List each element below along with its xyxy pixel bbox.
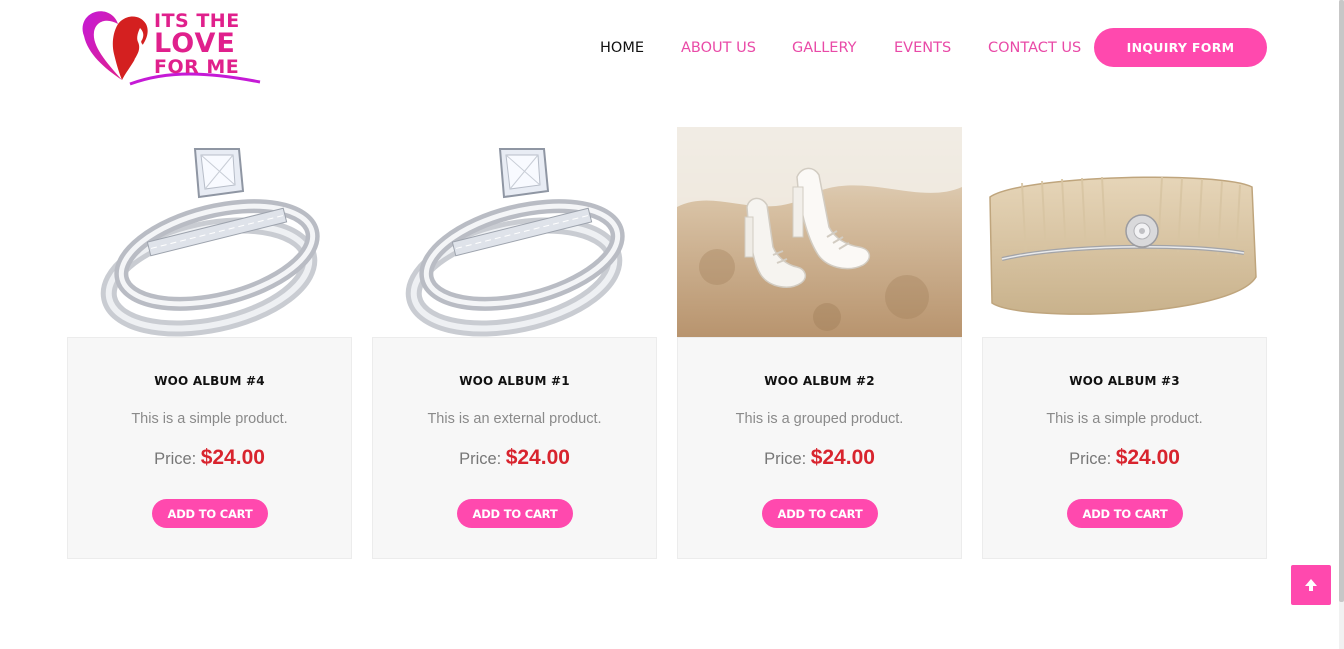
add-to-cart-button[interactable]: ADD TO CART bbox=[1067, 499, 1183, 528]
price-label: Price: bbox=[1069, 450, 1112, 468]
price-value: $24.00 bbox=[1115, 446, 1180, 469]
price-value: $24.00 bbox=[200, 446, 265, 469]
product-price: Price: $24.00 bbox=[983, 446, 1266, 470]
ring-image bbox=[372, 127, 657, 337]
logo-text-line3: FOR ME bbox=[154, 56, 240, 78]
price-value: $24.00 bbox=[810, 446, 875, 469]
price-label: Price: bbox=[154, 450, 197, 468]
product-description: This is a simple product. bbox=[1046, 411, 1203, 427]
product-info: WOO ALBUM #3 This is a simple product. P… bbox=[982, 337, 1267, 559]
product-info: WOO ALBUM #1 This is an external product… bbox=[372, 337, 657, 559]
scrollbar-thumb[interactable] bbox=[1339, 0, 1344, 602]
product-title[interactable]: WOO ALBUM #2 bbox=[678, 374, 961, 388]
page-scrollbar[interactable] bbox=[1339, 0, 1344, 649]
nav-item-events[interactable]: EVENTS bbox=[894, 40, 951, 56]
product-card: WOO ALBUM #3 This is a simple product. P… bbox=[982, 127, 1267, 559]
clutch-image bbox=[982, 127, 1267, 337]
product-title[interactable]: WOO ALBUM #1 bbox=[373, 374, 656, 388]
product-image[interactable] bbox=[982, 127, 1267, 337]
product-card: WOO ALBUM #4 This is a simple product. P… bbox=[67, 127, 352, 559]
price-label: Price: bbox=[764, 450, 807, 468]
product-description: This is a grouped product. bbox=[735, 411, 904, 427]
product-title[interactable]: WOO ALBUM #4 bbox=[68, 374, 351, 388]
product-info: WOO ALBUM #2 This is a grouped product. … bbox=[677, 337, 962, 559]
nav-item-contact-us[interactable]: CONTACT US bbox=[988, 40, 1081, 56]
product-price: Price: $24.00 bbox=[678, 446, 961, 470]
shoes-image bbox=[677, 127, 962, 337]
price-label: Price: bbox=[459, 450, 502, 468]
product-card: WOO ALBUM #1 This is an external product… bbox=[372, 127, 657, 559]
ring-image bbox=[67, 127, 352, 337]
product-card: WOO ALBUM #2 This is a grouped product. … bbox=[677, 127, 962, 559]
inquiry-form-button[interactable]: INQUIRY FORM bbox=[1094, 28, 1267, 67]
nav-item-home[interactable]: HOME bbox=[600, 40, 644, 56]
arrow-up-icon bbox=[1305, 579, 1317, 591]
product-price: Price: $24.00 bbox=[373, 446, 656, 470]
price-value: $24.00 bbox=[505, 446, 570, 469]
product-image[interactable] bbox=[372, 127, 657, 337]
scroll-to-top-button[interactable] bbox=[1291, 565, 1331, 605]
product-price: Price: $24.00 bbox=[68, 446, 351, 470]
logo-text-line2: LOVE bbox=[154, 28, 236, 59]
add-to-cart-button[interactable]: ADD TO CART bbox=[457, 499, 573, 528]
product-description: This is an external product. bbox=[427, 411, 602, 427]
nav-item-about-us[interactable]: ABOUT US bbox=[681, 40, 756, 56]
product-image[interactable] bbox=[677, 127, 962, 337]
nav-item-gallery[interactable]: GALLERY bbox=[792, 40, 856, 56]
site-header: ITS THE LOVE FOR ME HOME ABOUT US GALLER… bbox=[0, 0, 1344, 100]
product-description: This is a simple product. bbox=[131, 411, 288, 427]
site-logo[interactable]: ITS THE LOVE FOR ME bbox=[78, 6, 264, 92]
add-to-cart-button[interactable]: ADD TO CART bbox=[762, 499, 878, 528]
product-title[interactable]: WOO ALBUM #3 bbox=[983, 374, 1266, 388]
product-info: WOO ALBUM #4 This is a simple product. P… bbox=[67, 337, 352, 559]
add-to-cart-button[interactable]: ADD TO CART bbox=[152, 499, 268, 528]
product-image[interactable] bbox=[67, 127, 352, 337]
